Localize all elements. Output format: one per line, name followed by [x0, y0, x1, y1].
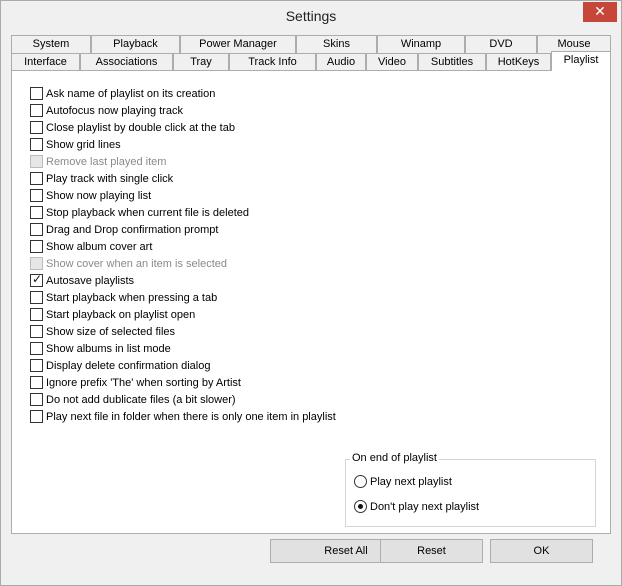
checkmark-icon: ✓: [32, 272, 43, 286]
tab-associations[interactable]: Associations: [80, 53, 173, 71]
tab-playlist[interactable]: Playlist: [551, 51, 611, 71]
checkbox[interactable]: [30, 223, 43, 236]
checkbox[interactable]: [30, 138, 43, 151]
checkbox[interactable]: [30, 121, 43, 134]
checkbox[interactable]: [30, 325, 43, 338]
option-label: Show now playing list: [46, 189, 152, 202]
option-row[interactable]: Play next file in folder when there is o…: [30, 409, 336, 424]
option-label: Autofocus now playing track: [46, 104, 183, 117]
option-row[interactable]: Show albums in list mode: [30, 341, 171, 356]
close-button[interactable]: ✕: [583, 2, 617, 22]
option-row[interactable]: Show album cover art: [30, 239, 152, 254]
tab-power-manager[interactable]: Power Manager: [180, 35, 296, 53]
checkbox[interactable]: ✓: [30, 272, 43, 287]
tab-dvd[interactable]: DVD: [465, 35, 537, 53]
option-label: Drag and Drop confirmation prompt: [46, 223, 219, 236]
tab-track-info[interactable]: Track Info: [229, 53, 316, 71]
checkbox[interactable]: [30, 240, 43, 253]
option-label: Display delete confirmation dialog: [46, 359, 211, 372]
checkbox[interactable]: [30, 376, 43, 389]
radio-dot-icon: [358, 504, 363, 509]
option-label: Start playback on playlist open: [46, 308, 196, 321]
tab-tray[interactable]: Tray: [173, 53, 229, 71]
option-label: Play next file in folder when there is o…: [46, 410, 336, 423]
option-row[interactable]: Play track with single click: [30, 171, 173, 186]
radio-dont-play-next-playlist[interactable]: Don't play next playlist: [354, 499, 479, 514]
option-label: Show cover when an item is selected: [46, 257, 227, 270]
radio-play-next-playlist[interactable]: Play next playlist: [354, 474, 452, 489]
option-label: Show album cover art: [46, 240, 153, 253]
option-row[interactable]: Ask name of playlist on its creation: [30, 86, 215, 101]
close-icon: ✕: [594, 3, 606, 19]
group-legend: On end of playlist: [350, 452, 439, 464]
radio-label: Play next playlist: [370, 475, 452, 488]
ok-button[interactable]: OK: [490, 539, 593, 563]
option-row[interactable]: ✓ Autosave playlists: [30, 272, 135, 288]
playlist-settings-panel: Ask name of playlist on its creation Auto…: [11, 70, 611, 534]
option-row[interactable]: Autofocus now playing track: [30, 103, 183, 118]
option-label: Autosave playlists: [46, 274, 135, 287]
option-label: Play track with single click: [46, 172, 174, 185]
title-bar: Settings ✕: [1, 1, 621, 32]
option-row[interactable]: Show size of selected files: [30, 324, 175, 339]
option-label: Close playlist by double click at the ta…: [46, 121, 235, 134]
tab-audio[interactable]: Audio: [316, 53, 366, 71]
option-row[interactable]: Display delete confirmation dialog: [30, 358, 210, 373]
tab-video[interactable]: Video: [366, 53, 418, 71]
option-label: Stop playback when current file is delet…: [46, 206, 250, 219]
tab-system[interactable]: System: [11, 35, 91, 53]
option-label: Show grid lines: [46, 138, 121, 151]
reset-button[interactable]: Reset: [380, 539, 483, 563]
checkbox[interactable]: [30, 410, 43, 423]
option-label: Show albums in list mode: [46, 342, 171, 355]
checkbox[interactable]: [30, 104, 43, 117]
tab-hotkeys[interactable]: HotKeys: [486, 53, 551, 71]
option-row[interactable]: Drag and Drop confirmation prompt: [30, 222, 218, 237]
radio-label: Don't play next playlist: [370, 500, 480, 513]
option-row[interactable]: Show now playing list: [30, 188, 151, 203]
checkbox[interactable]: [30, 291, 43, 304]
option-row[interactable]: Close playlist by double click at the ta…: [30, 120, 235, 135]
radio-button[interactable]: [354, 475, 367, 488]
option-label: Ask name of playlist on its creation: [46, 87, 216, 100]
option-row[interactable]: Show grid lines: [30, 137, 121, 152]
option-row[interactable]: Stop playback when current file is delet…: [30, 205, 249, 220]
checkbox[interactable]: [30, 172, 43, 185]
option-row: Show cover when an item is selected: [30, 256, 227, 271]
checkbox: [30, 257, 43, 270]
checkbox[interactable]: [30, 87, 43, 100]
option-row[interactable]: Start playback on playlist open: [30, 307, 195, 322]
checkbox[interactable]: [30, 342, 43, 355]
option-label: Show size of selected files: [46, 325, 176, 338]
checkbox[interactable]: [30, 308, 43, 321]
tab-subtitles[interactable]: Subtitles: [418, 53, 486, 71]
tab-skins[interactable]: Skins: [296, 35, 377, 53]
checkbox[interactable]: [30, 189, 43, 202]
tab-row-front: Interface Associations Tray Track Info A…: [11, 51, 611, 71]
settings-window: Settings ✕ System Playback Power Manager…: [0, 0, 622, 586]
checkbox[interactable]: [30, 206, 43, 219]
option-label: Remove last played item: [46, 155, 167, 168]
option-label: Ignore prefix 'The' when sorting by Arti…: [46, 376, 241, 389]
end-of-playlist-group: On end of playlist Play next playlist Do…: [345, 452, 596, 527]
checkbox: [30, 155, 43, 168]
tab-playback[interactable]: Playback: [91, 35, 180, 53]
tab-row-back: System Playback Power Manager Skins Wina…: [11, 35, 611, 53]
checkbox[interactable]: [30, 359, 43, 372]
radio-button[interactable]: [354, 500, 367, 513]
option-label: Start playback when pressing a tab: [46, 291, 218, 304]
option-label: Do not add dublicate files (a bit slower…: [46, 393, 236, 406]
option-row[interactable]: Do not add dublicate files (a bit slower…: [30, 392, 236, 407]
tab-interface[interactable]: Interface: [11, 53, 80, 71]
option-row: Remove last played item: [30, 154, 166, 169]
window-title: Settings: [285, 8, 337, 24]
tab-winamp[interactable]: Winamp: [377, 35, 465, 53]
option-row[interactable]: Start playback when pressing a tab: [30, 290, 217, 305]
checkbox[interactable]: [30, 393, 43, 406]
option-row[interactable]: Ignore prefix 'The' when sorting by Arti…: [30, 375, 241, 390]
